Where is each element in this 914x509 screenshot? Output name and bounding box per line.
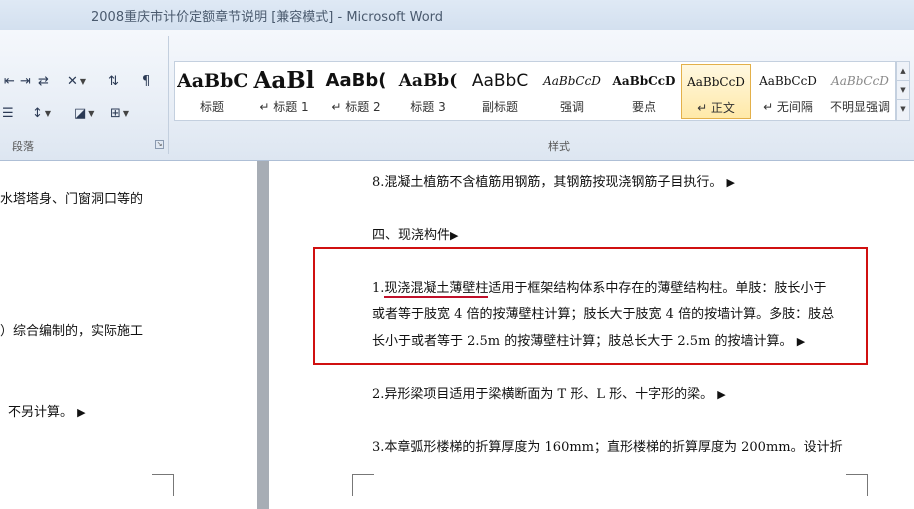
doc-line: 1.现浇混凝土薄壁柱适用于框架结构体系中存在的薄壁结构柱。单肢：肢长小于: [372, 277, 827, 298]
doc-line-text: 2.异形梁项目适用于梁横断面为 T 形、L 形、十字形的梁。: [372, 387, 714, 402]
style-name: ↵ 无间隔: [763, 100, 813, 114]
window-title: 2008重庆市计价定额章节说明 [兼容模式] - Microsoft Word: [91, 10, 444, 25]
style-sample: AaBbC: [471, 71, 529, 91]
doc-line-text: 8.混凝土植筋不含植筋用钢筋，其钢筋按现浇钢筋子目执行。: [372, 175, 723, 190]
more-styles-icon[interactable]: ▼: [897, 100, 909, 119]
increase-indent-button[interactable]: ⇥: [20, 71, 31, 91]
doc-line-text: 适用于框架结构体系中存在的薄壁结构柱。单肢：肢长小于: [488, 281, 827, 296]
style-sample: AaBb(: [325, 70, 387, 91]
increase-indent-icon: ⇥: [20, 73, 31, 89]
style-name: 标题: [199, 100, 224, 114]
line-spacing-icon: ↕: [32, 105, 43, 121]
style-sample: AaBbCcD: [687, 75, 745, 89]
border-icon: ⊞: [110, 105, 121, 121]
crop-mark: [152, 474, 174, 496]
style-heading-2[interactable]: AaBb( ↵ 标题 2: [321, 64, 391, 119]
crop-mark: [352, 474, 374, 496]
doc-heading: 四、现浇构件▶: [372, 224, 458, 243]
left-page-line: 不另计算。 ▶: [8, 401, 86, 420]
styles-gallery: AaBbC 标题 AaBl ↵ 标题 1 AaBb( ↵ 标题 2 AaBb( …: [174, 61, 896, 121]
title-bar: 2008重庆市计价定额章节说明 [兼容模式] - Microsoft Word: [0, 0, 914, 30]
sort-icon: ⇅: [108, 73, 119, 89]
style-name: 副标题: [481, 100, 518, 114]
style-name: ↵ 正文: [697, 101, 735, 115]
style-subtle-emphasis[interactable]: AaBbCcD 不明显强调: [825, 64, 895, 119]
page-gap: [257, 161, 269, 509]
paragraph-dialog-launcher-icon[interactable]: ↘: [155, 140, 164, 149]
doc-heading-text: 四、现浇构件: [372, 228, 451, 243]
style-sample: AaBb(: [398, 71, 458, 91]
paragraph-mark-icon: ▶: [77, 406, 86, 419]
paint-bucket-icon: ◪: [74, 105, 87, 121]
style-sample: AaBbCcD: [612, 74, 676, 88]
doc-line: 或者等于肢宽 4 倍的按薄壁柱计算；肢长大于肢宽 4 倍的按墙计算。多肢：肢总: [372, 307, 835, 322]
chevron-down-icon: ▼: [122, 108, 130, 118]
style-sample: AaBl: [253, 67, 315, 94]
doc-line-text: 长小于或者等于 2.5m 的按薄壁柱计算；肢总长大于 2.5m 的按墙计算。: [372, 334, 793, 349]
asian-layout-icon: ⇄: [38, 73, 49, 89]
chevron-down-icon: ▼: [88, 108, 95, 118]
paragraph-mark-icon: ▶: [717, 388, 726, 401]
justify-icon: ☰: [2, 105, 14, 121]
scroll-down-icon[interactable]: ▼: [897, 81, 909, 100]
styles-gallery-scroll: ▲ ▼ ▼: [896, 61, 910, 121]
highlighted-term: 现浇混凝土薄壁柱: [384, 281, 489, 298]
style-heading-1[interactable]: AaBl ↵ 标题 1: [249, 64, 319, 119]
style-strong[interactable]: AaBbCcD 要点: [609, 64, 679, 119]
style-no-spacing[interactable]: AaBbCcD ↵ 无间隔: [753, 64, 823, 119]
chevron-down-icon: ▼: [79, 76, 87, 86]
paragraph-mark-icon: ▶: [450, 229, 459, 242]
doc-line: 2.异形梁项目适用于梁横断面为 T 形、L 形、十字形的梁。 ▶: [372, 383, 726, 402]
scroll-up-icon[interactable]: ▲: [897, 62, 909, 81]
style-title[interactable]: AaBbC 标题: [177, 64, 247, 119]
style-name: ↵ 标题 1: [259, 100, 309, 114]
chevron-down-icon: ▼: [44, 108, 52, 118]
style-emphasis[interactable]: AaBbCcD 强调: [537, 64, 607, 119]
group-separator: [168, 36, 169, 154]
chinese-layout-button[interactable]: ✕ ▼: [67, 71, 86, 91]
decrease-indent-button[interactable]: ⇤: [4, 71, 15, 91]
doc-line: 3.本章弧形楼梯的折算厚度为 160mm；直形楼梯的折算厚度为 200mm。设计…: [372, 440, 843, 455]
style-name: 不明显强调: [829, 100, 890, 114]
show-marks-button[interactable]: ¶: [142, 71, 150, 91]
styles-group-label: 样式: [548, 140, 570, 153]
shading-button[interactable]: ◪ ▼: [74, 103, 94, 123]
style-heading-3[interactable]: AaBb( 标题 3: [393, 64, 463, 119]
paragraph-mark-icon: ▶: [796, 335, 806, 348]
left-page-line: 水塔塔身、门窗洞口等的: [0, 192, 144, 207]
style-sample: AaBbCcD: [831, 74, 889, 88]
justify-button[interactable]: ☰: [2, 103, 14, 123]
left-page-line: ）综合编制的，实际施工: [0, 324, 144, 339]
style-normal[interactable]: AaBbCcD ↵ 正文: [681, 64, 751, 119]
sort-button[interactable]: ⇅: [108, 71, 119, 91]
doc-line: 8.混凝土植筋不含植筋用钢筋，其钢筋按现浇钢筋子目执行。 ▶: [372, 171, 735, 190]
paragraph-mark-icon: ▶: [726, 176, 736, 189]
doc-line-text: 1.: [372, 281, 385, 296]
style-sample: AaBbCcD: [759, 74, 817, 88]
crop-mark: [846, 474, 868, 496]
chinese-layout-icon: ✕: [67, 73, 78, 89]
line-spacing-button[interactable]: ↕ ▼: [32, 103, 51, 123]
style-name: 要点: [631, 100, 656, 114]
borders-button[interactable]: ⊞ ▼: [110, 103, 129, 123]
style-sample: AaBbCcD: [543, 74, 601, 88]
left-page-line-text: 不另计算。: [8, 405, 74, 420]
paragraph-group-label: 段落: [12, 140, 34, 153]
style-name: ↵ 标题 2: [331, 100, 381, 114]
pilcrow-icon: ¶: [142, 73, 151, 89]
doc-line: 长小于或者等于 2.5m 的按薄壁柱计算；肢总长大于 2.5m 的按墙计算。 ▶: [372, 330, 805, 349]
style-name: 强调: [559, 100, 584, 114]
style-subtitle[interactable]: AaBbC 副标题: [465, 64, 535, 119]
style-sample: AaBbC: [177, 70, 247, 92]
decrease-indent-icon: ⇤: [4, 73, 15, 89]
style-name: 标题 3: [410, 100, 446, 114]
asian-layout-button[interactable]: ⇄: [38, 71, 49, 91]
